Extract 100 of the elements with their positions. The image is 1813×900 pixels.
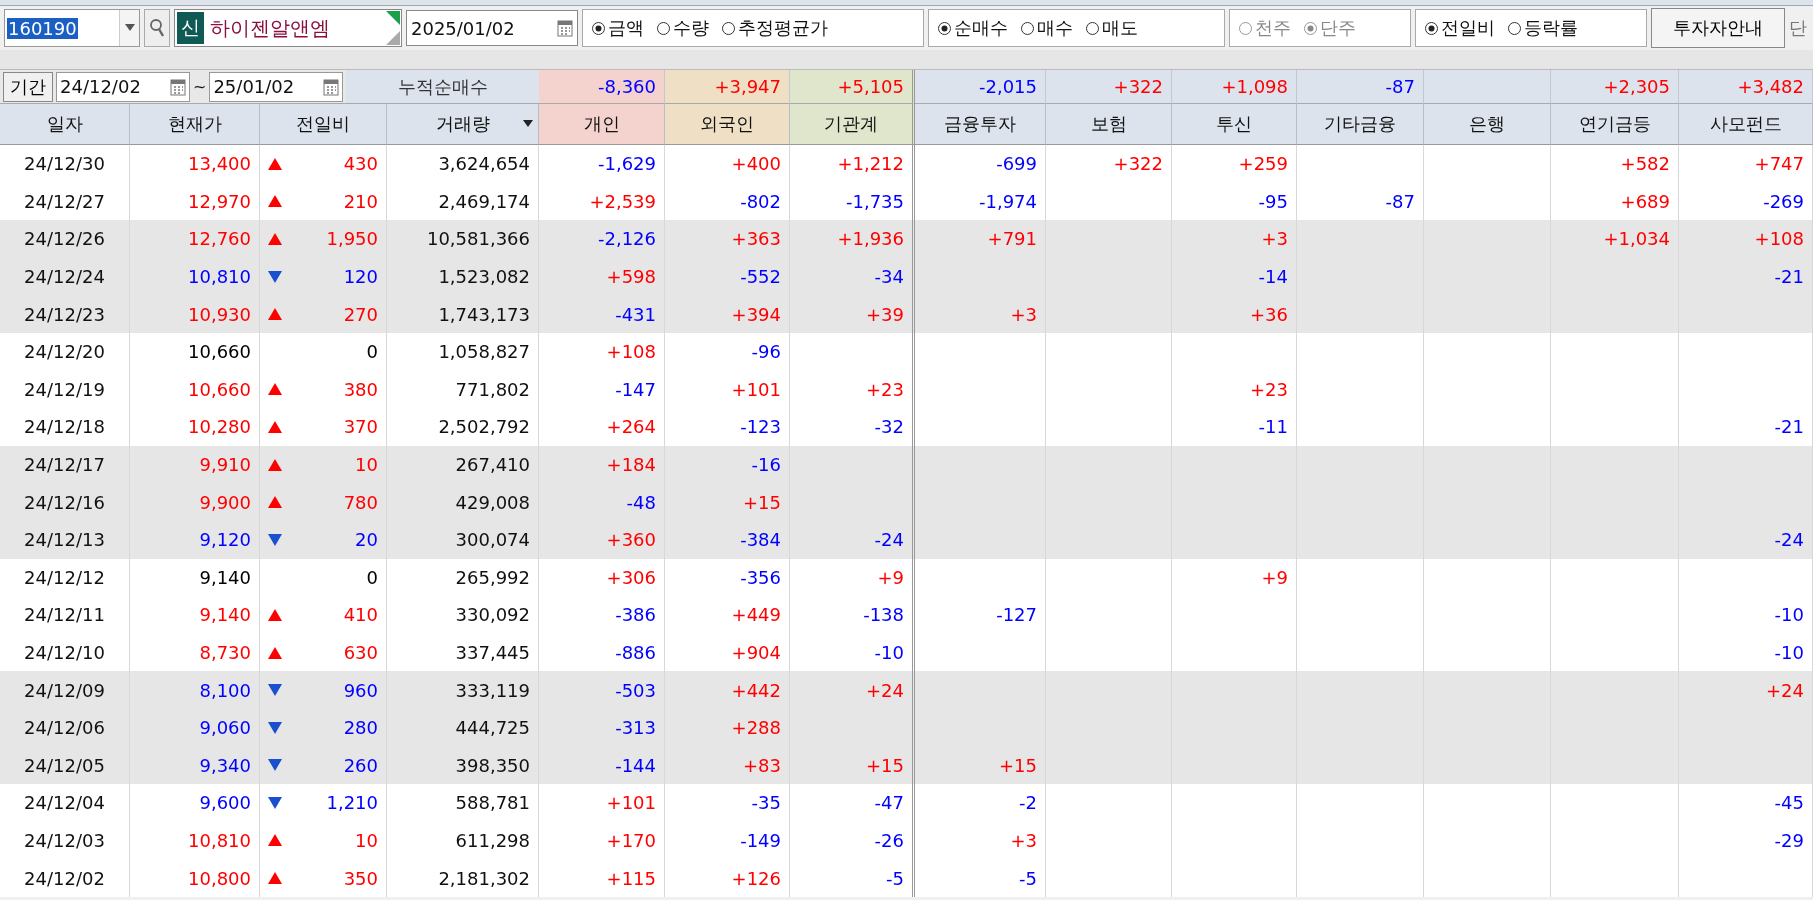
net-buy-cell: +791 (915, 220, 1046, 258)
net-buy-cell: -356 (665, 558, 790, 597)
net-buy-cell: +101 (665, 370, 790, 409)
net-buy-cell: +1,034 (1551, 220, 1679, 258)
price-cell: 10,660 (130, 370, 260, 409)
net-buy-cell: +36 (1172, 295, 1297, 333)
search-icon (149, 18, 165, 38)
volume-cell: 3,624,654 (387, 145, 539, 183)
volume-cell: 2,181,302 (387, 859, 539, 897)
radio-option[interactable]: 매도 (1085, 16, 1138, 40)
net-buy-cell: -386 (539, 596, 665, 634)
net-buy-cell: -48 (539, 483, 665, 521)
change-value: 960 (343, 679, 378, 701)
radio-option[interactable]: 등락률 (1507, 16, 1578, 40)
net-buy-cell: +288 (665, 708, 790, 747)
radio-option[interactable]: 매수 (1020, 16, 1073, 40)
start-date-field[interactable]: 24/12/02 (56, 71, 190, 102)
date-cell: 24/12/26 (0, 220, 130, 258)
date-cell: 24/12/03 (0, 821, 130, 860)
net-buy-cell: -96 (665, 332, 790, 371)
calendar-icon (323, 77, 340, 96)
change-value: 0 (366, 341, 378, 363)
radio-option[interactable]: 금액 (591, 16, 644, 40)
radio-option[interactable]: 추정평균가 (721, 16, 828, 40)
range-separator: ~ (193, 77, 207, 96)
price-cell: 9,910 (130, 445, 260, 484)
net-buy-cell: -11 (1172, 408, 1297, 446)
corner-flag-icon (386, 11, 400, 25)
radio-icon[interactable] (591, 20, 606, 36)
price-cell: 13,400 (130, 145, 260, 183)
radio-icon[interactable] (656, 20, 671, 36)
caret-icon[interactable] (523, 120, 533, 128)
radio-icon[interactable] (937, 20, 952, 36)
net-buy-cell: +306 (539, 558, 665, 597)
stock-name-field[interactable]: 신 하이젠알앤엠 (174, 9, 402, 47)
price-cell: 9,140 (130, 596, 260, 634)
search-button[interactable] (144, 9, 170, 47)
column-header[interactable]: 투신 (1172, 104, 1297, 145)
radio-icon[interactable] (1424, 20, 1439, 36)
net-buy-cell: +15 (790, 746, 915, 785)
change-value: 370 (343, 416, 378, 438)
investor-guide-button[interactable]: 투자자안내 (1651, 8, 1785, 48)
price-cell: 8,100 (130, 671, 260, 709)
radio-option[interactable]: 수량 (656, 16, 709, 40)
price-cell: 12,760 (130, 220, 260, 258)
column-header[interactable]: 연기금등 (1551, 104, 1679, 145)
net-buy-cell: -699 (915, 145, 1046, 183)
price-cell: 9,340 (130, 746, 260, 785)
net-buy-cell: +1,936 (790, 220, 915, 258)
change-value: 120 (343, 266, 378, 288)
net-buy-cell: -2,126 (539, 220, 665, 258)
net-buy-cell: +442 (665, 671, 790, 709)
column-header[interactable]: 현재가 (130, 104, 260, 145)
volume-cell: 771,802 (387, 370, 539, 409)
radio-option[interactable]: 전일비 (1424, 16, 1495, 40)
volume-cell: 611,298 (387, 821, 539, 860)
column-header[interactable]: 외국인 (665, 104, 790, 145)
period-button[interactable]: 기간 (3, 71, 53, 102)
volume-cell: 267,410 (387, 445, 539, 484)
radio-icon[interactable] (721, 20, 736, 36)
net-buy-cell: -431 (539, 295, 665, 333)
net-buy-cell: +115 (539, 859, 665, 897)
price-cell: 9,600 (130, 784, 260, 822)
change-value: 0 (366, 566, 378, 588)
change-value: 20 (355, 529, 378, 551)
column-header[interactable]: 은행 (1424, 104, 1551, 145)
column-header[interactable]: 거래량 (387, 104, 539, 145)
change-value: 430 (343, 153, 378, 175)
net-buy-cell: -147 (539, 370, 665, 409)
column-header[interactable]: 금융투자 (915, 104, 1046, 145)
net-buy-cell: -34 (790, 257, 915, 296)
net-buy-cell: -10 (1679, 596, 1813, 634)
net-buy-cell: -26 (790, 821, 915, 860)
column-header[interactable]: 사모펀드 (1679, 104, 1813, 145)
total-cell: +322 (1046, 70, 1172, 104)
column-header[interactable]: 개인 (539, 104, 665, 145)
radio-icon[interactable] (1085, 20, 1100, 36)
net-buy-cell: +322 (1046, 145, 1172, 183)
date-cell: 24/12/11 (0, 596, 130, 634)
total-cell: +1,098 (1172, 70, 1297, 104)
radio-icon[interactable] (1507, 20, 1522, 36)
date-field[interactable]: 2025/01/02 (406, 10, 578, 46)
net-buy-cell: -552 (665, 257, 790, 296)
volume-cell: 10,581,366 (387, 220, 539, 258)
radio-option[interactable]: 순매수 (937, 16, 1008, 40)
column-header[interactable]: 전일비 (260, 104, 387, 145)
net-buy-cell: +126 (665, 859, 790, 897)
radio-icon[interactable] (1020, 20, 1035, 36)
volume-cell: 1,058,827 (387, 332, 539, 371)
net-buy-cell: +15 (915, 746, 1046, 785)
net-buy-cell: +598 (539, 257, 665, 296)
end-date-field[interactable]: 25/01/02 (209, 71, 344, 102)
date-cell: 24/12/23 (0, 295, 130, 333)
column-header[interactable]: 보험 (1046, 104, 1172, 145)
column-header[interactable]: 일자 (0, 104, 130, 145)
column-header[interactable]: 기관계 (790, 104, 915, 145)
net-buy-cell: +23 (790, 370, 915, 409)
column-header[interactable]: 기타금융 (1297, 104, 1424, 145)
net-buy-cell: +9 (790, 558, 915, 597)
net-buy-cell: +259 (1172, 145, 1297, 183)
